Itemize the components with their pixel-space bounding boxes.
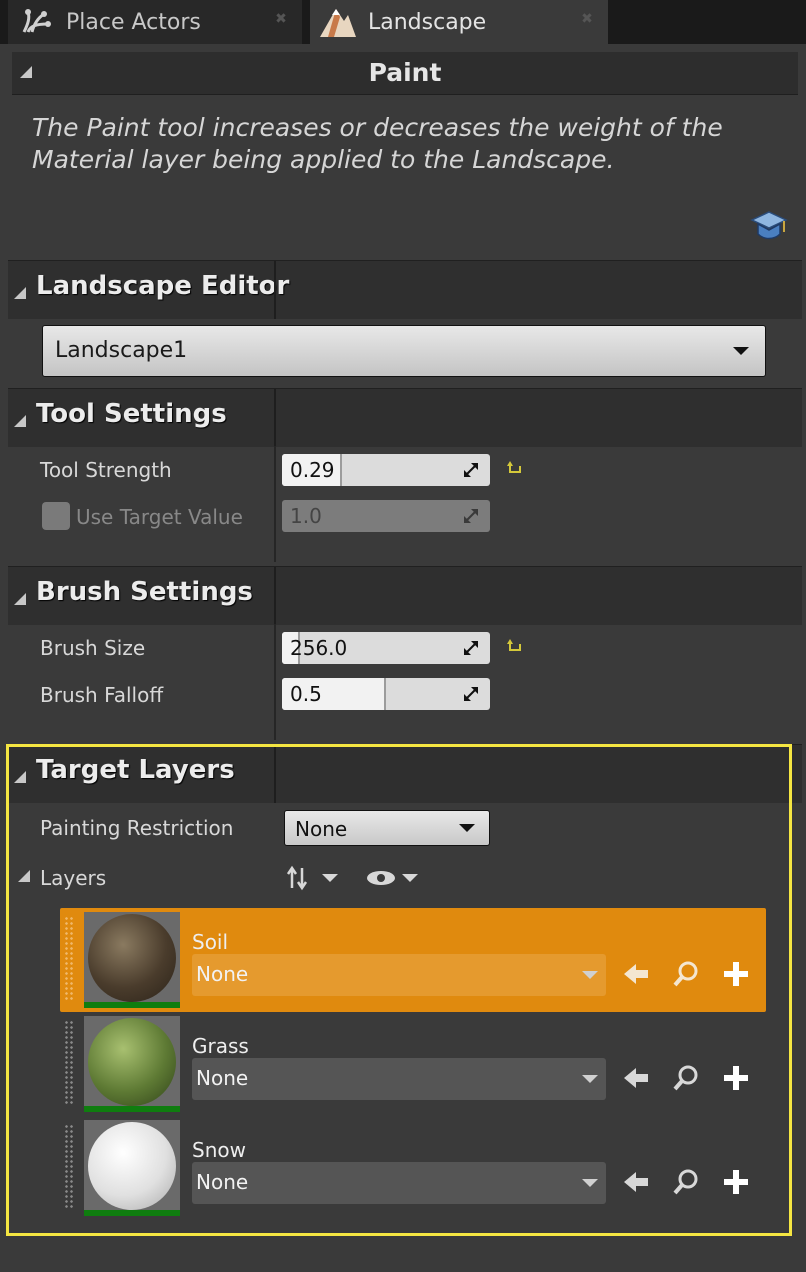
drag-handle[interactable]	[64, 1124, 74, 1208]
search-icon[interactable]	[672, 1064, 700, 1092]
collapse-triangle-icon[interactable]	[14, 287, 26, 299]
chevron-down-icon	[582, 1179, 598, 1187]
landscape-selector[interactable]: Landscape1	[42, 325, 766, 377]
close-icon[interactable]: ✖	[580, 12, 594, 26]
layer-info-dropdown[interactable]: None	[192, 954, 606, 996]
tab-bar: Place Actors ✖ Landscape ✖	[0, 0, 806, 44]
layer-usage-bar	[84, 1210, 180, 1216]
layer-name: Soil	[192, 930, 229, 954]
snow-material-sphere	[88, 1122, 176, 1210]
chevron-down-icon	[733, 347, 749, 355]
use-target-value-checkbox[interactable]	[42, 502, 70, 530]
arrow-left-icon[interactable]	[622, 1168, 650, 1196]
add-icon[interactable]	[722, 960, 750, 988]
documentation-icon[interactable]	[750, 208, 788, 244]
arrow-left-icon[interactable]	[622, 1064, 650, 1092]
use-target-value-label: Use Target Value	[76, 505, 243, 529]
paint-title: Paint	[368, 58, 442, 87]
layer-name: Grass	[192, 1034, 249, 1058]
drag-arrows-icon	[464, 641, 478, 655]
chevron-down-icon	[582, 971, 598, 979]
layer-usage-bar	[84, 1106, 180, 1112]
layer-name: Snow	[192, 1138, 246, 1162]
category-label: Brush Settings	[36, 577, 253, 607]
paint-section-header[interactable]: Paint	[12, 52, 798, 95]
tool-strength-spinbox[interactable]: 0.29	[282, 454, 490, 486]
tool-description: The Paint tool increases or decreases th…	[32, 113, 723, 174]
layer-row-snow[interactable]: Snow None	[60, 1116, 766, 1220]
column-divider	[274, 745, 276, 803]
collapse-triangle-icon[interactable]	[14, 415, 26, 427]
add-icon[interactable]	[722, 1168, 750, 1196]
target-layers-header[interactable]: Target Layers	[8, 744, 802, 803]
reset-to-default-icon[interactable]	[506, 638, 524, 656]
column-divider	[274, 567, 276, 625]
collapse-triangle-icon[interactable]	[14, 771, 26, 783]
close-icon[interactable]: ✖	[274, 12, 288, 26]
layer-info-value: None	[196, 1066, 249, 1090]
landscape-selector-value: Landscape1	[55, 338, 188, 363]
category-label: Target Layers	[36, 755, 235, 785]
layer-info-dropdown[interactable]: None	[192, 1058, 606, 1100]
brush-size-spinbox[interactable]: 256.0	[282, 632, 490, 664]
target-value-spinbox[interactable]: 1.0	[282, 500, 490, 532]
tool-strength-value: 0.29	[290, 458, 335, 482]
tool-strength-label: Tool Strength	[40, 458, 172, 482]
column-divider	[274, 446, 276, 562]
tab-label: Landscape	[368, 9, 487, 35]
layer-info-value: None	[196, 1170, 249, 1194]
search-icon[interactable]	[672, 960, 700, 988]
tab-place-actors[interactable]: Place Actors ✖	[8, 0, 302, 44]
grass-material-sphere	[88, 1018, 176, 1106]
visibility-eye-icon[interactable]	[366, 866, 422, 890]
layer-usage-bar	[84, 1002, 180, 1008]
drag-arrows-icon	[464, 509, 478, 523]
layer-row-grass[interactable]: Grass None	[60, 1012, 766, 1116]
collapse-triangle-icon[interactable]	[18, 870, 30, 882]
layers-label: Layers	[40, 866, 107, 890]
arrow-left-icon[interactable]	[622, 960, 650, 988]
soil-thumbnail	[84, 912, 180, 1008]
column-divider	[274, 624, 276, 740]
brush-falloff-value: 0.5	[290, 682, 322, 706]
landscape-editor-header[interactable]: Landscape Editor	[8, 260, 802, 319]
painting-restriction-dropdown[interactable]: None	[284, 810, 490, 846]
category-label: Tool Settings	[36, 399, 227, 429]
tab-label: Place Actors	[66, 9, 201, 35]
drag-handle[interactable]	[64, 1020, 74, 1104]
place-actors-icon	[16, 2, 56, 42]
brush-falloff-spinbox[interactable]: 0.5	[282, 678, 490, 710]
brush-size-label: Brush Size	[40, 636, 146, 660]
column-divider	[274, 389, 276, 447]
target-value-value: 1.0	[290, 504, 322, 528]
add-icon[interactable]	[722, 1064, 750, 1092]
brush-falloff-label: Brush Falloff	[40, 683, 164, 707]
snow-thumbnail	[84, 1120, 180, 1216]
collapse-triangle-icon[interactable]	[14, 593, 26, 605]
column-divider	[274, 261, 276, 319]
brush-size-value: 256.0	[290, 636, 348, 660]
layer-info-dropdown[interactable]: None	[192, 1162, 606, 1204]
layer-info-value: None	[196, 962, 249, 986]
brush-settings-header[interactable]: Brush Settings	[8, 566, 802, 625]
soil-material-sphere	[88, 914, 176, 1002]
layer-row-soil[interactable]: Soil None	[60, 908, 766, 1012]
drag-arrows-icon	[464, 687, 478, 701]
search-icon[interactable]	[672, 1168, 700, 1196]
chevron-down-icon	[582, 1075, 598, 1083]
drag-arrows-icon	[464, 463, 478, 477]
landscape-mountain-icon	[318, 2, 358, 42]
tab-landscape[interactable]: Landscape ✖	[310, 0, 608, 44]
painting-restriction-label: Painting Restriction	[40, 816, 234, 840]
chevron-down-icon	[459, 824, 475, 832]
category-label: Landscape Editor	[36, 271, 290, 301]
sort-icon[interactable]	[286, 864, 342, 892]
reset-to-default-icon[interactable]	[506, 460, 524, 478]
grass-thumbnail	[84, 1016, 180, 1112]
tool-settings-header[interactable]: Tool Settings	[8, 388, 802, 447]
painting-restriction-value: None	[295, 817, 348, 841]
drag-handle[interactable]	[64, 916, 74, 1000]
